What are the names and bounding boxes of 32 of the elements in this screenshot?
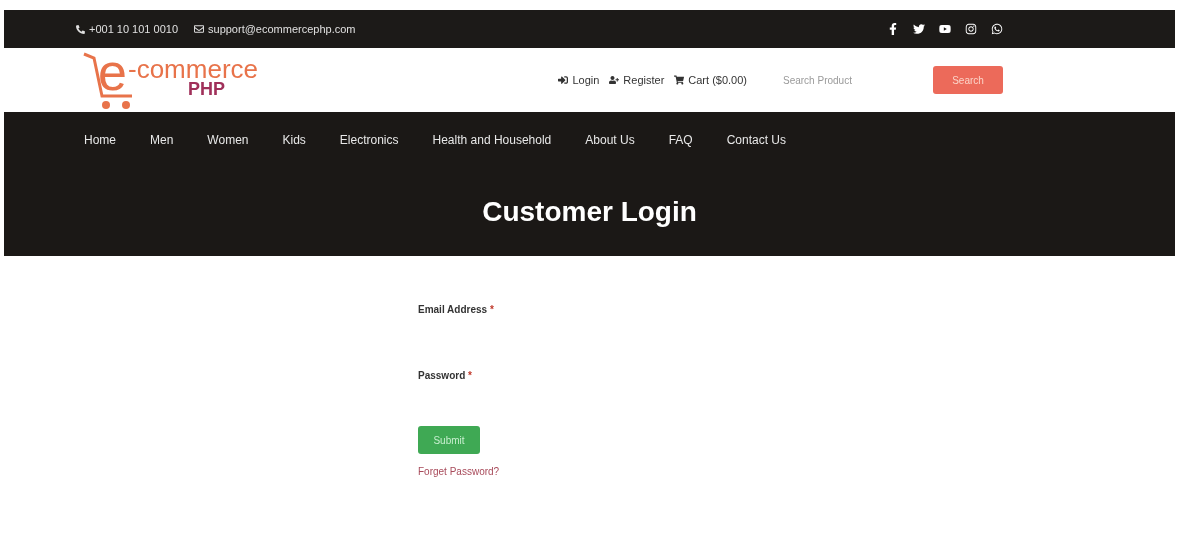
youtube-icon[interactable] bbox=[939, 23, 951, 35]
logo-subtitle: PHP bbox=[188, 80, 225, 98]
cart-icon bbox=[674, 75, 685, 85]
login-icon bbox=[558, 75, 569, 85]
search-field[interactable]: Search Product bbox=[783, 72, 913, 88]
nav-link[interactable]: Women bbox=[207, 131, 249, 149]
instagram-icon[interactable] bbox=[965, 23, 977, 35]
facebook-icon[interactable] bbox=[887, 23, 899, 35]
nav-link[interactable]: About Us bbox=[585, 131, 635, 149]
field-label: Email Address * bbox=[418, 303, 495, 317]
nav-link[interactable]: Contact Us bbox=[726, 131, 787, 149]
cart-link[interactable]: Cart ($0.00) bbox=[674, 71, 747, 89]
phone-text: +001 10 101 0010 bbox=[76, 20, 178, 38]
nav-link[interactable]: FAQ bbox=[668, 131, 693, 149]
logo-mark: e bbox=[98, 46, 127, 98]
field-label: Password * bbox=[418, 369, 473, 383]
whatsapp-icon[interactable] bbox=[991, 23, 1003, 35]
nav-link[interactable]: Men bbox=[150, 131, 174, 149]
nav-link[interactable]: Home bbox=[84, 131, 116, 149]
login-link[interactable]: Login bbox=[558, 71, 600, 89]
logo-wordmark: -commerce bbox=[128, 56, 258, 82]
nav-link[interactable]: Kids bbox=[282, 131, 306, 149]
envelope-icon bbox=[194, 24, 204, 34]
page-title: Customer Login bbox=[482, 195, 697, 229]
email-link[interactable]: support@ecommercephp.com bbox=[194, 20, 356, 38]
forgot-password-link[interactable]: Forget Password? bbox=[418, 464, 1179, 479]
register-link[interactable]: Register bbox=[609, 71, 665, 89]
add-user-icon bbox=[609, 75, 620, 85]
nav-link[interactable]: Electronics bbox=[339, 131, 399, 149]
nav-link[interactable]: Health and Household bbox=[432, 131, 552, 149]
phone-icon bbox=[76, 24, 85, 34]
twitter-icon[interactable] bbox=[913, 23, 925, 35]
